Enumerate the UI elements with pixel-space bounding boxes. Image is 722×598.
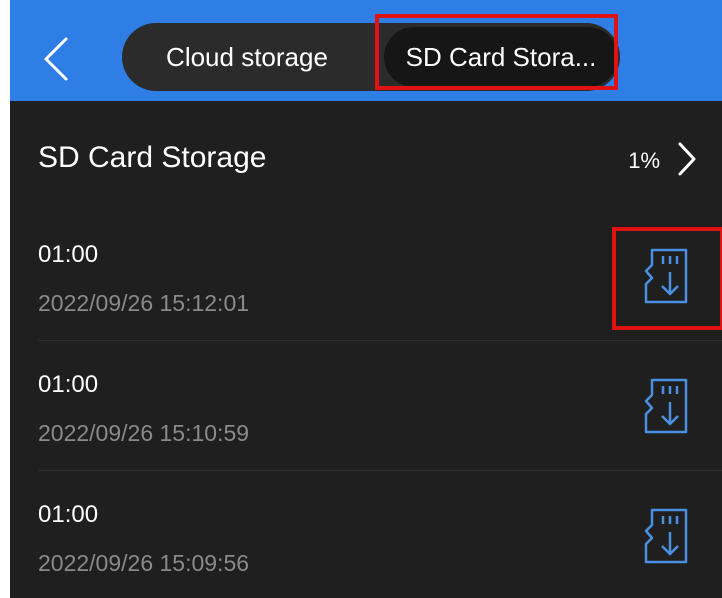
sd-card-storage-row[interactable]: SD Card Storage 1% [10, 101, 722, 211]
storage-usage: 1% [628, 148, 660, 173]
sd-card-download-icon[interactable] [642, 377, 690, 435]
recording-duration: 01:00 [38, 371, 99, 398]
recording-duration: 01:00 [38, 241, 99, 268]
recording-item[interactable]: 01:00 2022/09/26 15:12:01 [10, 211, 722, 341]
sd-card-download-icon[interactable] [642, 507, 690, 565]
recording-timestamp: 2022/09/26 15:10:59 [38, 420, 250, 446]
top-bar: Cloud storage SD Card Stora... [10, 0, 722, 101]
chevron-right-icon [678, 142, 696, 176]
sd-card-screen: Cloud storage SD Card Stora... SD Card S… [10, 0, 722, 598]
recording-timestamp: 2022/09/26 15:12:01 [38, 290, 250, 316]
tab-cloud-storage[interactable]: Cloud storage [122, 23, 372, 91]
back-chevron-icon[interactable] [40, 35, 72, 83]
recording-duration: 01:00 [38, 501, 99, 528]
recording-timestamp: 2022/09/26 15:09:56 [38, 550, 250, 576]
storage-tab-switcher: Cloud storage SD Card Stora... [122, 23, 620, 91]
recording-item[interactable]: 01:00 2022/09/26 15:09:56 [10, 471, 722, 598]
tab-sd-card-storage[interactable]: SD Card Stora... [384, 27, 618, 87]
storage-title: SD Card Storage [38, 141, 267, 174]
sd-card-download-icon[interactable] [642, 247, 690, 305]
recording-item[interactable]: 01:00 2022/09/26 15:10:59 [10, 341, 722, 471]
